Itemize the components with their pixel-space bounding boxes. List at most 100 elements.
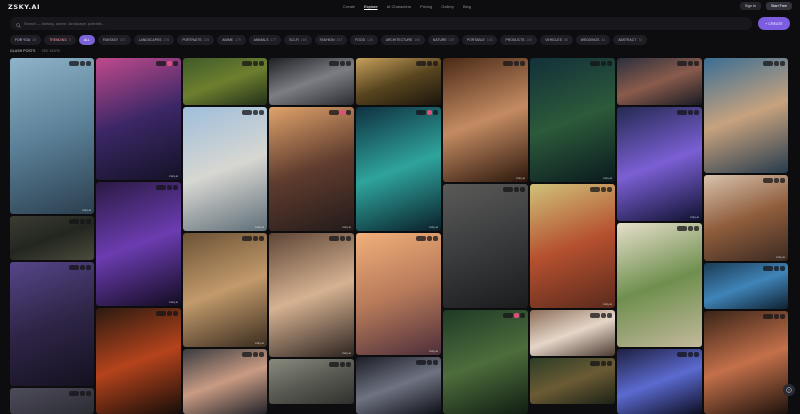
gallery-image-tile[interactable]: zsky.ai [96, 182, 181, 306]
more-options-icon[interactable] [173, 311, 178, 316]
heart-icon[interactable] [340, 362, 345, 367]
gallery-image-tile[interactable]: zsky.ai [356, 233, 441, 355]
like-count-badge[interactable] [156, 185, 166, 190]
heart-icon[interactable] [427, 236, 432, 241]
gallery-image-tile[interactable] [617, 349, 702, 414]
like-count-badge[interactable] [590, 187, 600, 192]
gallery-image-tile[interactable] [183, 58, 267, 105]
gallery-image-tile[interactable]: zsky.ai [704, 175, 788, 261]
heart-icon[interactable] [80, 391, 85, 396]
gallery-image-tile[interactable] [10, 262, 94, 386]
more-options-icon[interactable] [346, 110, 351, 115]
like-count-badge[interactable] [763, 314, 773, 319]
heart-icon[interactable] [427, 110, 432, 115]
heart-icon[interactable] [514, 61, 519, 66]
gallery-image-tile[interactable]: zsky.ai [356, 107, 441, 231]
like-count-badge[interactable] [503, 187, 513, 192]
more-options-icon[interactable] [607, 187, 612, 192]
gallery-image-tile[interactable]: zsky.ai [269, 233, 354, 357]
gallery-image-tile[interactable] [530, 358, 615, 404]
like-count-badge[interactable] [763, 178, 773, 183]
like-count-badge[interactable] [156, 61, 166, 66]
gallery-image-tile[interactable]: zsky.ai [443, 58, 528, 182]
like-count-badge[interactable] [242, 110, 252, 115]
heart-icon[interactable] [253, 110, 258, 115]
gallery-image-tile[interactable]: zsky.ai [10, 58, 94, 214]
gallery-image-tile[interactable] [617, 58, 702, 105]
like-count-badge[interactable] [590, 313, 600, 318]
more-options-icon[interactable] [86, 265, 91, 270]
like-count-badge[interactable] [677, 110, 687, 115]
like-count-badge[interactable] [763, 266, 773, 271]
like-count-badge[interactable] [242, 61, 252, 66]
more-options-icon[interactable] [346, 236, 351, 241]
gallery-image-tile[interactable] [443, 310, 528, 414]
help-icon[interactable]: ? [783, 384, 795, 396]
more-options-icon[interactable] [346, 61, 351, 66]
like-count-badge[interactable] [416, 61, 426, 66]
heart-icon[interactable] [253, 352, 258, 357]
like-count-badge[interactable] [69, 219, 79, 224]
heart-icon[interactable] [253, 61, 258, 66]
heart-icon[interactable] [774, 266, 779, 271]
gallery-image-tile[interactable] [269, 58, 354, 105]
heart-icon[interactable] [514, 313, 519, 318]
more-options-icon[interactable] [433, 236, 438, 241]
gallery-image-tile[interactable] [530, 310, 615, 356]
like-count-badge[interactable] [677, 61, 687, 66]
like-count-badge[interactable] [69, 391, 79, 396]
like-count-badge[interactable] [329, 236, 339, 241]
heart-icon[interactable] [80, 61, 85, 66]
gallery-image-tile[interactable]: zsky.ai [96, 58, 181, 180]
gallery-image-tile[interactable] [356, 357, 441, 414]
more-options-icon[interactable] [86, 391, 91, 396]
like-count-badge[interactable] [416, 236, 426, 241]
more-options-icon[interactable] [86, 61, 91, 66]
more-options-icon[interactable] [346, 362, 351, 367]
more-options-icon[interactable] [694, 110, 699, 115]
like-count-badge[interactable] [69, 265, 79, 270]
gallery-image-tile[interactable] [10, 388, 94, 414]
like-count-badge[interactable] [590, 361, 600, 366]
more-options-icon[interactable] [173, 61, 178, 66]
more-options-icon[interactable] [86, 219, 91, 224]
gallery-image-tile[interactable]: zsky.ai [617, 107, 702, 221]
like-count-badge[interactable] [416, 360, 426, 365]
gallery-image-tile[interactable]: zsky.ai [183, 233, 267, 347]
more-options-icon[interactable] [780, 266, 785, 271]
like-count-badge[interactable] [677, 352, 687, 357]
heart-icon[interactable] [514, 187, 519, 192]
heart-icon[interactable] [427, 61, 432, 66]
more-options-icon[interactable] [780, 314, 785, 319]
more-options-icon[interactable] [259, 352, 264, 357]
gallery-image-tile[interactable] [356, 58, 441, 105]
like-count-badge[interactable] [242, 352, 252, 357]
gallery-image-tile[interactable] [704, 311, 788, 414]
gallery-image-tile[interactable] [704, 58, 788, 173]
heart-icon[interactable] [340, 110, 345, 115]
like-count-badge[interactable] [503, 61, 513, 66]
more-options-icon[interactable] [259, 110, 264, 115]
heart-icon[interactable] [167, 311, 172, 316]
gallery-image-tile[interactable] [183, 349, 267, 414]
gallery-image-tile[interactable] [10, 216, 94, 260]
heart-icon[interactable] [601, 313, 606, 318]
more-options-icon[interactable] [694, 226, 699, 231]
like-count-badge[interactable] [416, 110, 426, 115]
heart-icon[interactable] [688, 61, 693, 66]
more-options-icon[interactable] [433, 360, 438, 365]
heart-icon[interactable] [167, 61, 172, 66]
heart-icon[interactable] [340, 61, 345, 66]
more-options-icon[interactable] [433, 61, 438, 66]
heart-icon[interactable] [80, 219, 85, 224]
heart-icon[interactable] [601, 361, 606, 366]
more-options-icon[interactable] [259, 236, 264, 241]
like-count-badge[interactable] [329, 110, 339, 115]
more-options-icon[interactable] [259, 61, 264, 66]
heart-icon[interactable] [253, 236, 258, 241]
more-options-icon[interactable] [780, 178, 785, 183]
heart-icon[interactable] [688, 352, 693, 357]
heart-icon[interactable] [427, 360, 432, 365]
gallery-image-tile[interactable]: zsky.ai [530, 58, 615, 182]
gallery-image-tile[interactable]: zsky.ai [183, 107, 267, 231]
